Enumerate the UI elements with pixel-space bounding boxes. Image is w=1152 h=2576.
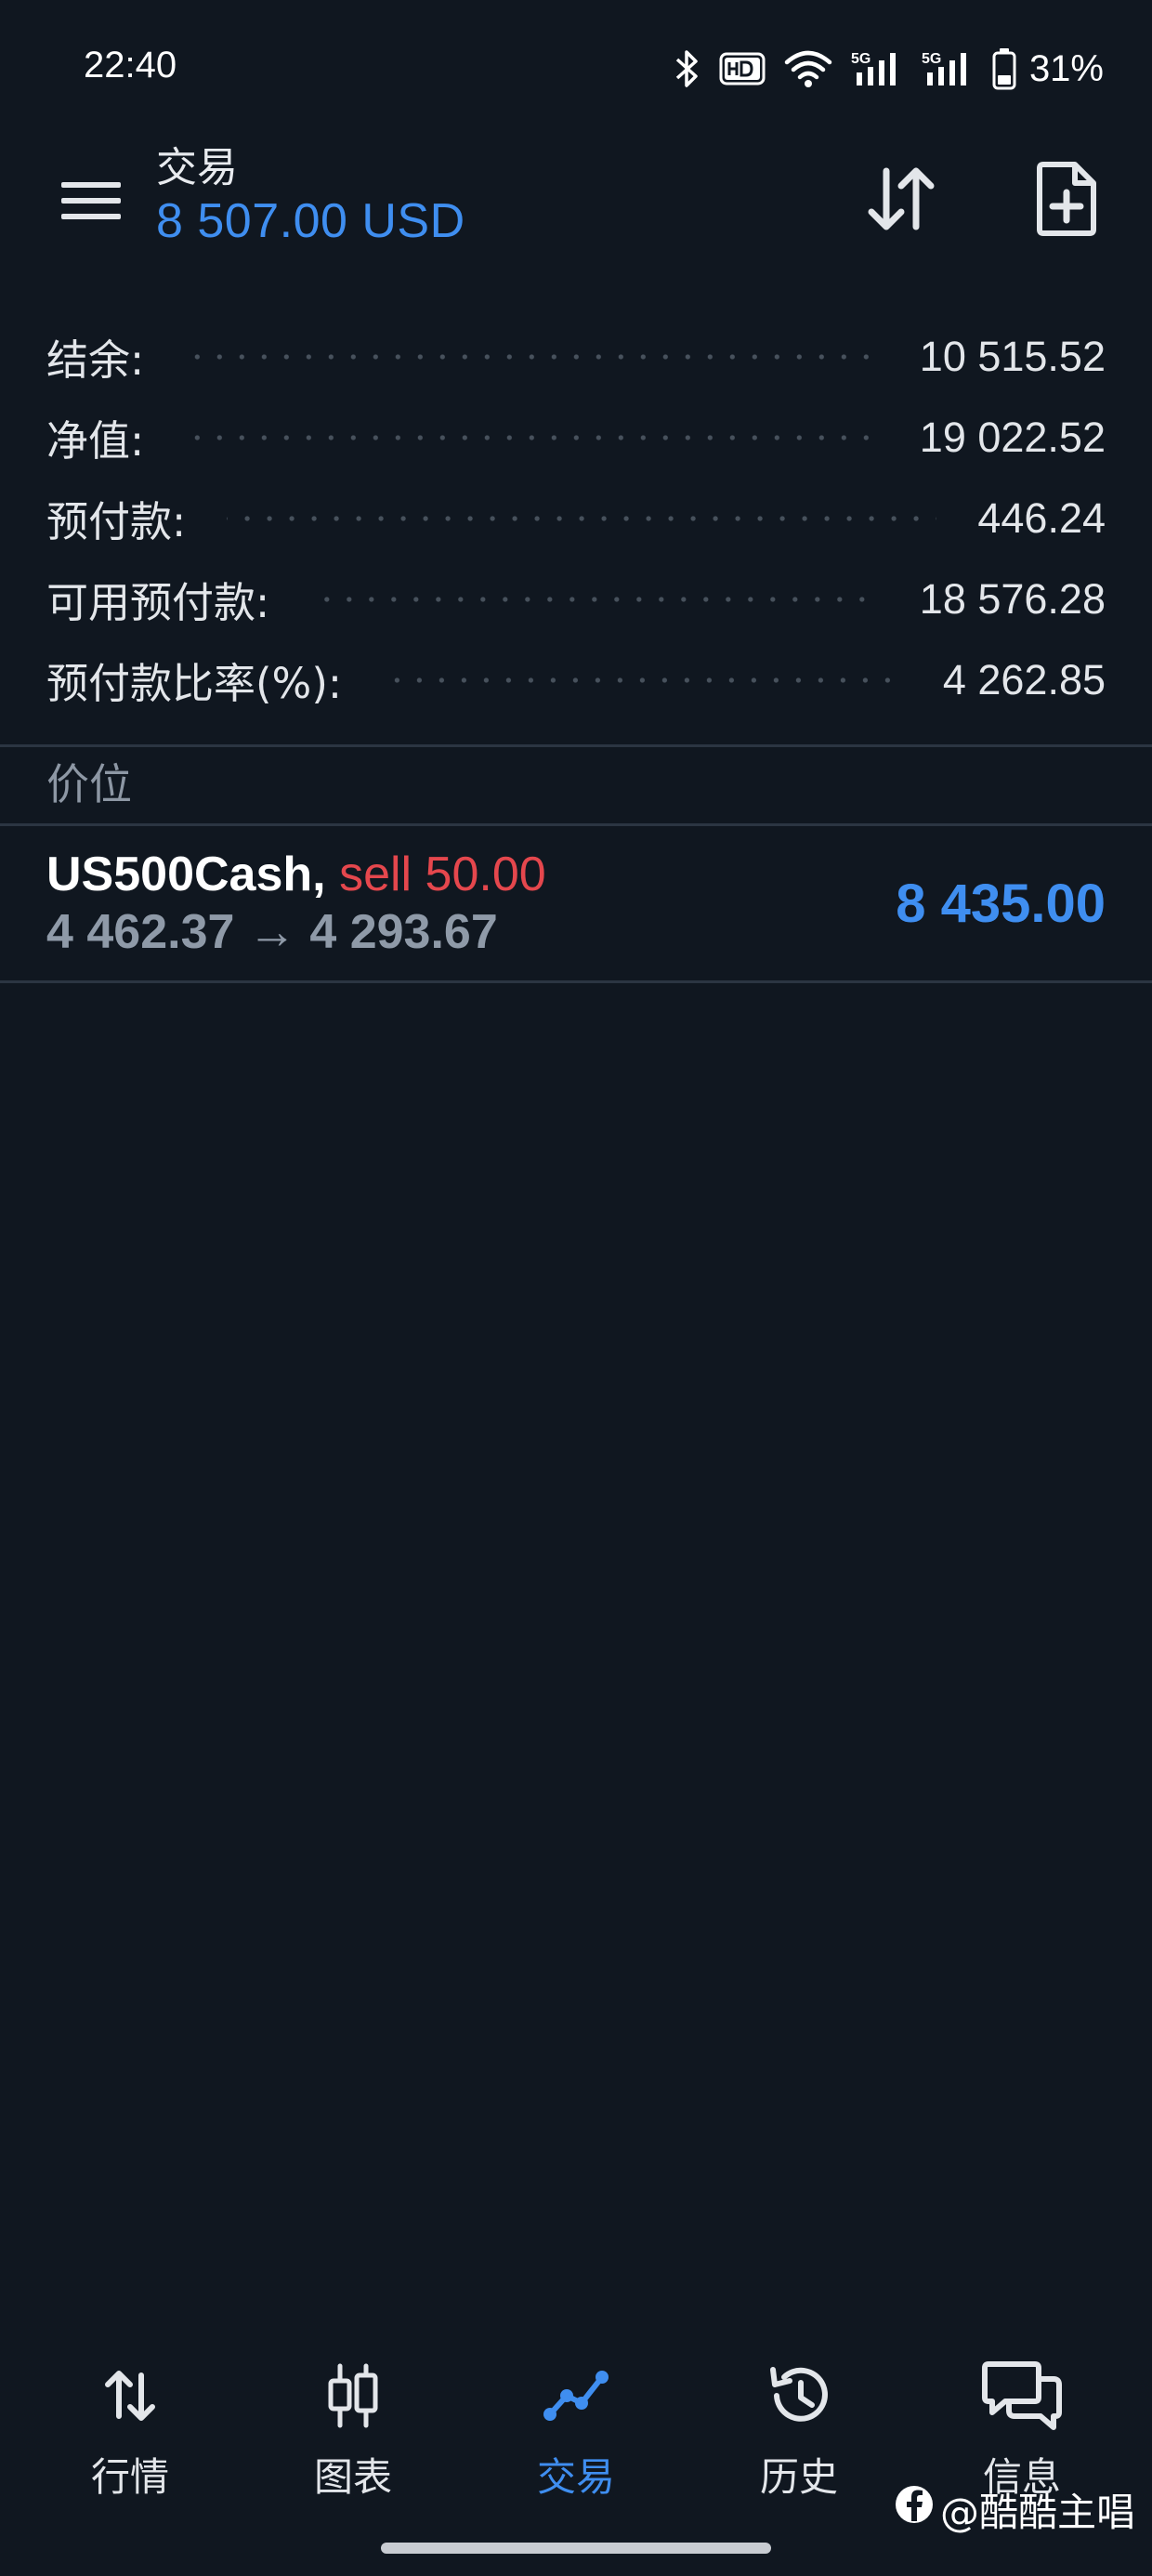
nav-item-chart[interactable]: 图表 [242,2351,465,2518]
dotted-leader [185,434,879,440]
nav-label: 图表 [313,2454,392,2500]
status-icons: 5G 5G 31% [673,43,1104,95]
divider [0,744,1152,747]
equity-value: 19 022.52 [919,413,1106,461]
menu-icon [61,178,121,227]
position-type: sell 50.00 [339,848,546,901]
margin-label: 预付款: [46,497,187,546]
battery-icon [992,47,1016,90]
dotted-leader [383,677,902,683]
dotted-leader [310,596,879,602]
menu-button[interactable] [52,164,130,242]
summary-row-margin: 预付款: 446.24 [46,478,1106,559]
position-prices: 4 462.37 → 4 293.67 [46,904,498,960]
summary-row-balance: 结余: 10 515.52 [46,316,1106,397]
status-time: 22:40 [84,45,177,85]
free-margin-label: 可用预付款: [46,578,270,627]
nav-item-quotes[interactable]: 行情 [19,2351,242,2518]
free-margin-value: 18 576.28 [919,574,1106,623]
position-header: US500Cash, sell 50.00 [46,847,546,902]
facebook-icon [894,2484,935,2534]
balance-value: 10 515.52 [919,332,1106,380]
nav-label: 行情 [90,2454,169,2500]
home-indicator[interactable] [381,2543,771,2554]
nav-label: 交易 [536,2454,615,2500]
app-header: 交易 8 507.00 USD [0,130,1152,269]
watermark-text: @酷酷主唱 [940,2489,1136,2535]
nav-item-history[interactable]: 历史 [687,2351,910,2518]
position-profit: 8 435.00 [896,874,1106,934]
watermark: @酷酷主唱 [894,2481,1135,2537]
new-order-icon [1034,161,1099,241]
margin-level-value: 4 262.85 [942,655,1106,703]
new-order-button[interactable] [1020,154,1113,247]
chart-icon [323,2351,383,2440]
wifi-icon [784,49,832,88]
page-title: 交易 [156,144,238,191]
open-price: 4 462.37 [46,905,235,959]
summary-row-free-margin: 可用预付款: 18 576.28 [46,559,1106,639]
trade-icon [541,2351,611,2440]
summary-row-margin-level: 预付款比率(%): 4 262.85 [46,639,1106,720]
signal-5g-icon: 5G [922,48,974,89]
dotted-leader [227,515,937,521]
sort-icon [864,162,938,240]
summary-row-equity: 净值: 19 022.52 [46,397,1106,478]
balance-label: 结余: [46,335,145,385]
svg-text:5G: 5G [851,51,871,67]
margin-value: 446.24 [977,493,1106,542]
nav-label: 历史 [759,2454,838,2500]
position-symbol: US500Cash, [46,848,326,901]
battery-percent: 31% [1028,47,1104,89]
price-arrow-icon: → [247,905,296,959]
nav-item-trade[interactable]: 交易 [465,2351,687,2518]
history-icon [766,2351,832,2440]
messages-icon [981,2351,1063,2440]
divider [0,980,1152,983]
header-balance: 8 507.00 USD [156,194,465,248]
signal-5g-icon: 5G [851,48,903,89]
equity-label: 净值: [46,416,145,466]
position-row[interactable]: US500Cash, sell 50.00 4 462.37 → 4 293.6… [0,826,1152,982]
positions-section-title: 价位 [46,759,132,809]
sort-button[interactable] [855,154,948,247]
status-bar: 22:40 5G 5G 31% [0,0,1152,139]
quotes-icon [100,2351,160,2440]
account-summary: 结余: 10 515.52 净值: 19 022.52 预付款: 446.24 … [46,316,1106,720]
current-price: 4 293.67 [309,905,498,959]
bluetooth-icon [673,48,700,89]
margin-level-label: 预付款比率(%): [46,659,343,708]
hd-voice-icon [719,52,766,85]
dotted-leader [185,353,879,360]
svg-text:5G: 5G [922,51,941,67]
